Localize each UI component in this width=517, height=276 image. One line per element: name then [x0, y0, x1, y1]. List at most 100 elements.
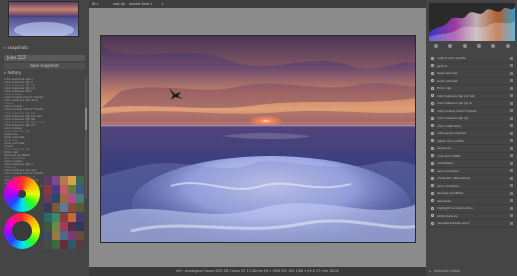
- power-icon[interactable]: [431, 139, 434, 143]
- module-row[interactable]: lens correction: [429, 183, 515, 190]
- module-row[interactable]: output color profile: [429, 55, 515, 63]
- sort-label: sort by: [113, 2, 126, 6]
- module-name: denoise (profiled): [437, 191, 464, 196]
- module-row[interactable]: highlight reconstruction: [429, 205, 515, 213]
- module-row[interactable]: chromatic aberrations: [429, 175, 515, 183]
- presets-icon[interactable]: [510, 214, 513, 218]
- module-name: lens correction: [437, 183, 460, 188]
- module-row[interactable]: orientation: [429, 160, 515, 168]
- power-icon[interactable]: [431, 161, 434, 165]
- power-icon[interactable]: [431, 131, 434, 135]
- presets-icon[interactable]: [510, 101, 513, 105]
- presets-icon[interactable]: [510, 124, 513, 128]
- module-row[interactable]: color lookup Colorl Thread: [429, 108, 515, 115]
- module-row[interactable]: demosaic: [429, 198, 515, 205]
- power-icon[interactable]: [431, 214, 434, 218]
- module-group-tone-icon[interactable]: [462, 44, 467, 48]
- sort-dropdown[interactable]: import time ▾: [129, 0, 152, 8]
- power-icon[interactable]: [431, 146, 434, 150]
- power-icon[interactable]: [431, 56, 434, 60]
- snapshot-item[interactable]: Jules ZZZ: [4, 55, 85, 61]
- color-wheel-center: [18, 190, 26, 198]
- history-scrollbar-thumb[interactable]: [85, 108, 87, 130]
- module-row[interactable]: lens correction: [429, 168, 515, 175]
- power-icon[interactable]: [431, 86, 434, 90]
- presets-icon[interactable]: [510, 79, 513, 83]
- module-row[interactable]: haze removal: [429, 70, 515, 78]
- power-icon[interactable]: [431, 206, 434, 210]
- module-row[interactable]: color balance rgb (2) lk: [429, 100, 515, 108]
- module-row[interactable]: input color profile: [429, 138, 515, 145]
- power-icon[interactable]: [431, 169, 434, 173]
- module-group-effect-icon[interactable]: [505, 44, 510, 48]
- module-row[interactable]: crop and rotate: [429, 153, 515, 160]
- navigation-thumbnail[interactable]: [8, 1, 79, 37]
- module-row[interactable]: color balance rgb (2): [429, 115, 515, 123]
- module-row[interactable]: raw black/white point: [429, 220, 515, 228]
- color-wheel-highlights[interactable]: [4, 213, 40, 249]
- presets-icon[interactable]: [510, 139, 513, 143]
- module-row[interactable]: exposure: [429, 145, 515, 153]
- presets-icon[interactable]: [510, 64, 513, 68]
- module-group-active-icon[interactable]: [434, 44, 439, 48]
- power-icon[interactable]: [431, 64, 434, 68]
- power-icon[interactable]: [431, 124, 434, 128]
- module-group-color-icon[interactable]: [477, 44, 482, 48]
- module-name: local contrast: [437, 78, 458, 83]
- main-image[interactable]: [100, 35, 416, 243]
- power-icon[interactable]: [431, 221, 434, 225]
- module-group-base-icon[interactable]: [448, 44, 453, 48]
- module-name: orthogonal sharpen: [437, 131, 467, 136]
- zoom-dropdown[interactable]: fit ▾: [92, 0, 98, 8]
- presets-icon[interactable]: [510, 94, 513, 98]
- presets-icon[interactable]: [510, 184, 513, 188]
- take-snapshot-button[interactable]: take snapshot: [4, 63, 85, 69]
- power-icon[interactable]: [431, 94, 434, 98]
- snapshots-header[interactable]: ▾ snapshots: [4, 45, 85, 51]
- presets-icon[interactable]: [510, 154, 513, 158]
- module-row[interactable]: orthogonal sharpen: [429, 130, 515, 138]
- power-icon[interactable]: [431, 199, 434, 203]
- power-icon[interactable]: [431, 176, 434, 180]
- power-icon[interactable]: [431, 79, 434, 83]
- module-name: color balance rgb (2) last: [437, 93, 475, 98]
- histogram[interactable]: [429, 3, 515, 41]
- module-row[interactable]: color balance rgb (2) last: [429, 93, 515, 100]
- power-icon[interactable]: [431, 154, 434, 158]
- color-swatches-top[interactable]: [44, 176, 84, 212]
- power-icon[interactable]: [431, 184, 434, 188]
- presets-icon[interactable]: [510, 146, 513, 150]
- power-icon[interactable]: [431, 116, 434, 120]
- power-icon[interactable]: [431, 109, 434, 113]
- presets-icon[interactable]: [510, 131, 513, 135]
- presets-icon[interactable]: [510, 56, 513, 60]
- module-row[interactable]: gamut: [429, 63, 515, 70]
- main-image-render: [101, 36, 415, 242]
- color-swatches-bottom[interactable]: [44, 213, 84, 249]
- color-wheel-shadows[interactable]: [4, 176, 40, 212]
- module-group-correct-icon[interactable]: [491, 44, 496, 48]
- collapse-arrow-icon[interactable]: ◂: [429, 269, 431, 273]
- presets-icon[interactable]: [510, 86, 513, 90]
- module-row[interactable]: denoise (profiled): [429, 190, 515, 198]
- history-scrollbar[interactable]: [85, 78, 87, 198]
- module-row[interactable]: filmic rgb: [429, 85, 515, 93]
- presets-icon[interactable]: [510, 221, 513, 225]
- sort-order-icon[interactable]: ↓: [161, 0, 164, 8]
- presets-icon[interactable]: [510, 116, 513, 120]
- module-row[interactable]: color calibration: [429, 123, 515, 130]
- presets-icon[interactable]: [510, 71, 513, 75]
- module-row[interactable]: local contrast: [429, 78, 515, 85]
- power-icon[interactable]: [431, 101, 434, 105]
- power-icon[interactable]: [431, 191, 434, 195]
- presets-icon[interactable]: [510, 191, 513, 195]
- module-row[interactable]: white balance: [429, 213, 515, 220]
- presets-icon[interactable]: [510, 169, 513, 173]
- history-header[interactable]: ▾ history: [4, 70, 85, 76]
- presets-icon[interactable]: [510, 199, 513, 203]
- power-icon[interactable]: [431, 71, 434, 75]
- presets-icon[interactable]: [510, 206, 513, 210]
- presets-icon[interactable]: [510, 176, 513, 180]
- presets-icon[interactable]: [510, 109, 513, 113]
- presets-icon[interactable]: [510, 161, 513, 165]
